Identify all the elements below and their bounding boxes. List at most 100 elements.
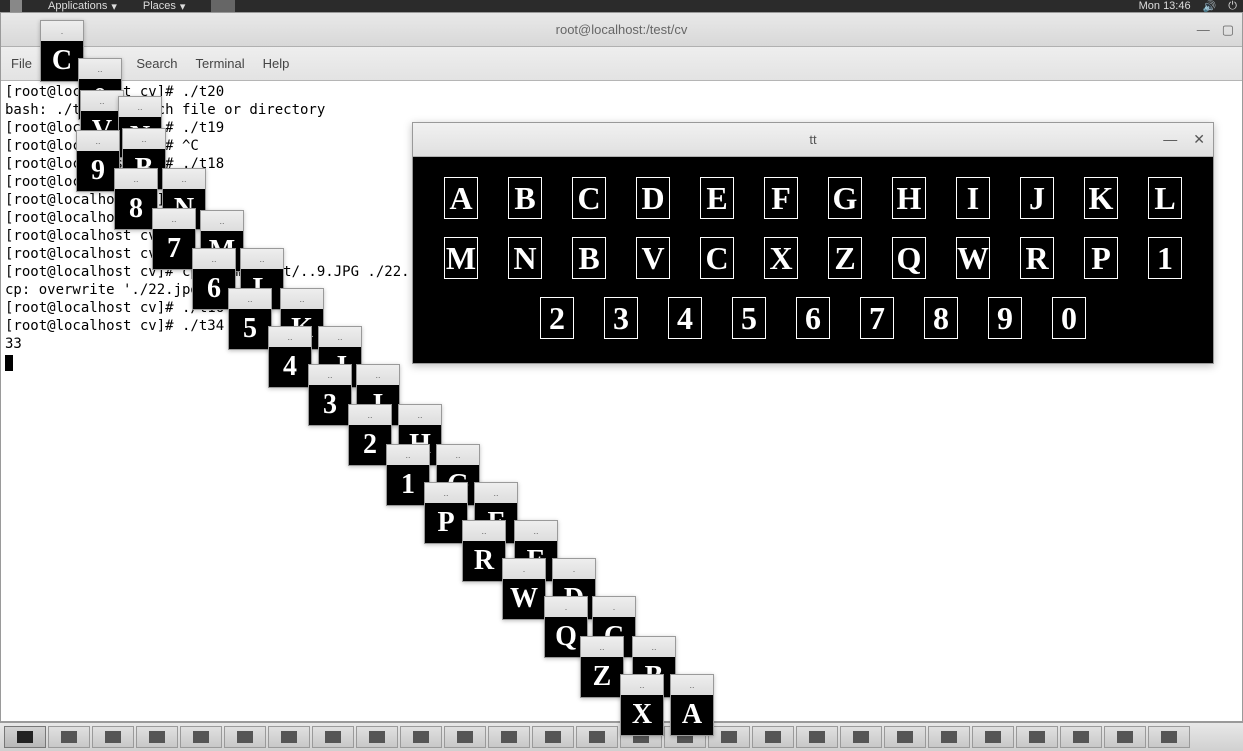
thumb-window-4[interactable]: ..4 (268, 326, 312, 388)
thumb-glyph: 8 (115, 189, 157, 229)
taskbar-button[interactable] (4, 726, 46, 748)
thumb-glyph: R (463, 541, 505, 581)
terminal-cursor (5, 355, 13, 371)
taskbar-button[interactable] (224, 726, 266, 748)
thumb-window-W[interactable]: .W (502, 558, 546, 620)
thumb-title: .. (671, 675, 713, 695)
taskbar-button[interactable] (928, 726, 970, 748)
thumb-title: .. (621, 675, 663, 695)
glyph-L: L (1148, 177, 1182, 219)
thumb-title: .. (581, 637, 623, 657)
glyph-1: 1 (1148, 237, 1182, 279)
taskbar-button[interactable] (356, 726, 398, 748)
thumb-title: .. (319, 327, 361, 347)
taskbar-button[interactable] (576, 726, 618, 748)
clock[interactable]: Mon 13:46 (1139, 0, 1191, 12)
power-icon[interactable]: ⏻ (1228, 0, 1237, 13)
thumb-window-7[interactable]: ..7 (152, 208, 196, 270)
taskbar-button[interactable] (1148, 726, 1190, 748)
taskbar-button[interactable] (312, 726, 354, 748)
window-icon (325, 731, 341, 743)
taskbar-button[interactable] (400, 726, 442, 748)
taskbar-button[interactable] (180, 726, 222, 748)
window-icon (985, 731, 1001, 743)
thumb-title: . (553, 559, 595, 579)
glyph-row: 234567890 (421, 297, 1205, 339)
taskbar-button[interactable] (1060, 726, 1102, 748)
window-icon (809, 731, 825, 743)
glyph-V: V (636, 237, 670, 279)
thumb-glyph: 1 (387, 465, 429, 505)
menu-search[interactable]: Search (136, 56, 177, 71)
thumb-window-3[interactable]: ..3 (308, 364, 352, 426)
glyph-P: P (1084, 237, 1118, 279)
glyph-C: C (572, 177, 606, 219)
thumb-title: .. (633, 637, 675, 657)
thumb-title: . (545, 597, 587, 617)
glyph-D: D (636, 177, 670, 219)
window-icon (281, 731, 297, 743)
taskbar-button[interactable] (708, 726, 750, 748)
window-icon (1161, 731, 1177, 743)
active-app-icon[interactable] (207, 0, 239, 12)
taskbar-button[interactable] (532, 726, 574, 748)
tt-titlebar[interactable]: tt — ✕ (413, 123, 1213, 157)
taskbar-button[interactable] (92, 726, 134, 748)
thumb-title: .. (399, 405, 441, 425)
window-icon (17, 731, 33, 743)
thumb-window-R[interactable]: ..R (462, 520, 506, 582)
thumb-window-A[interactable]: ..A (670, 674, 714, 736)
thumb-title: .. (269, 327, 311, 347)
taskbar-button[interactable] (796, 726, 838, 748)
taskbar-button[interactable] (972, 726, 1014, 748)
applications-menu[interactable]: Applications ▾ (44, 0, 121, 13)
taskbar-button[interactable] (444, 726, 486, 748)
taskbar-button[interactable] (1016, 726, 1058, 748)
thumb-window-X[interactable]: ..X (620, 674, 664, 736)
taskbar-button[interactable] (268, 726, 310, 748)
thumb-title: .. (193, 249, 235, 269)
thumb-window-Z[interactable]: ..Z (580, 636, 624, 698)
thumb-title: .. (281, 289, 323, 309)
menu-terminal[interactable]: Terminal (196, 56, 245, 71)
glyph-5: 5 (732, 297, 766, 339)
glyph-B: B (508, 177, 542, 219)
taskbar-button[interactable] (488, 726, 530, 748)
glyph-9: 9 (988, 297, 1022, 339)
thumb-title: .. (463, 521, 505, 541)
taskbar-button[interactable] (752, 726, 794, 748)
window-icon (1073, 731, 1089, 743)
thumb-glyph: W (503, 579, 545, 619)
gnome-top-panel: Applications ▾ Places ▾ Mon 13:46 🔊 ⏻ (0, 0, 1243, 12)
volume-icon[interactable]: 🔊 (1203, 0, 1217, 13)
taskbar-button[interactable] (840, 726, 882, 748)
thumb-glyph: A (671, 695, 713, 735)
thumb-glyph: Z (581, 657, 623, 697)
close-button[interactable]: ✕ (1193, 131, 1205, 148)
taskbar-button[interactable] (1104, 726, 1146, 748)
activities-icon[interactable] (6, 0, 26, 12)
menu-help[interactable]: Help (263, 56, 290, 71)
window-icon (501, 731, 517, 743)
thumb-title: .. (437, 445, 479, 465)
window-icon (61, 731, 77, 743)
thumb-window-5[interactable]: ..5 (228, 288, 272, 350)
minimize-button[interactable]: — (1197, 22, 1210, 38)
glyph-I: I (956, 177, 990, 219)
glyph-0: 0 (1052, 297, 1086, 339)
terminal-titlebar[interactable]: root@localhost:/test/cv — ▢ (1, 13, 1242, 47)
glyph-M: M (444, 237, 478, 279)
maximize-button[interactable]: ▢ (1222, 22, 1234, 38)
taskbar-button[interactable] (48, 726, 90, 748)
taskbar-button[interactable] (884, 726, 926, 748)
thumb-title: .. (241, 249, 283, 269)
chevron-down-icon: ▾ (111, 0, 117, 13)
glyph-row: ABCDEFGHIJKL (421, 177, 1205, 219)
thumb-title: . (503, 559, 545, 579)
thumb-glyph: 4 (269, 347, 311, 387)
menu-file[interactable]: File (11, 56, 32, 71)
minimize-button[interactable]: — (1163, 131, 1177, 148)
thumb-glyph: 5 (229, 309, 271, 349)
taskbar-button[interactable] (136, 726, 178, 748)
places-menu[interactable]: Places ▾ (139, 0, 190, 13)
